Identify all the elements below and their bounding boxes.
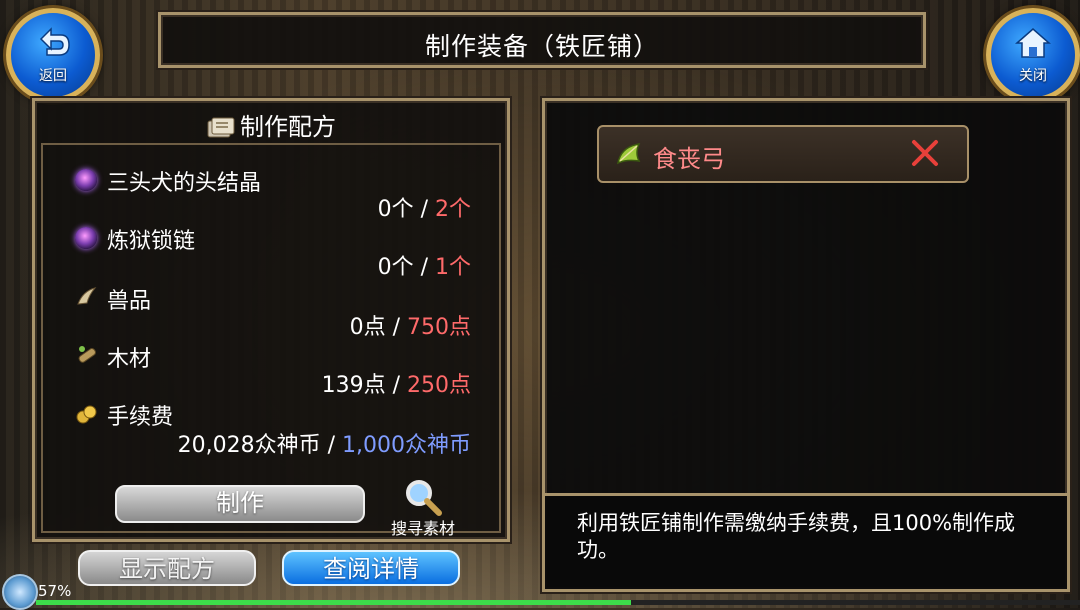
recipe-header: 制作配方 [35,107,507,141]
material-need: 1个 [435,255,471,280]
remove-icon[interactable] [909,137,941,169]
coin-icon [75,403,97,425]
material-have: 0个 [377,255,414,280]
material-have: 20,028众神币 [177,433,321,458]
back-button[interactable]: 返回 [6,8,100,102]
count-separator: / [385,373,407,398]
material-have: 0点 [349,315,386,340]
progress-bar [36,600,1080,605]
magnifier-icon [406,480,442,516]
show-recipe-button[interactable]: 显示配方 [78,550,256,586]
material-have: 0个 [377,197,414,222]
recipe-panel: 制作配方 三头犬的头结晶 0个 / 2个 炼狱锁链 0个 / 1个 兽品 0点 … [30,96,512,544]
recipe-title: 制作配方 [240,113,336,141]
material-need: 750点 [407,315,471,340]
count-separator: / [320,433,343,458]
info-box: 利用铁匠铺制作需缴纳手续费，且100%制作成功。 [545,493,1067,589]
material-name: 兽品 [107,289,152,314]
material-need: 2个 [435,197,471,222]
material-need: 250点 [407,373,471,398]
info-text: 利用铁匠铺制作需缴纳手续费，且100%制作成功。 [577,511,1016,562]
count-separator: / [413,197,435,222]
page-title: 制作装备（铁匠铺） [424,32,659,61]
bow-icon [616,143,641,165]
material-have: 139点 [321,373,386,398]
material-name: 木材 [107,347,152,372]
make-button[interactable]: 制作 [115,485,365,523]
close-label: 关闭 [1019,68,1047,84]
purple-orb-icon [75,169,97,191]
recipe-book-icon [206,115,236,141]
close-button[interactable]: 关闭 [986,8,1080,102]
count-separator: / [413,255,435,280]
material-name: 手续费 [107,405,174,430]
wood-icon [75,343,97,365]
count-separator: / [385,315,407,340]
battery-percent: 57% [38,582,72,600]
home-icon [1015,28,1051,58]
material-count: 0个 / 2个 [378,191,471,223]
search-materials-button[interactable]: 搜寻素材 [381,477,465,538]
material-count: 0点 / 750点 [350,309,471,341]
material-name: 三头犬的头结晶 [107,171,262,196]
back-label: 返回 [39,68,67,84]
material-need: 1,000众神币 [342,433,471,458]
view-details-button[interactable]: 查阅详情 [282,550,460,586]
target-item-slot[interactable]: 食丧弓 [597,125,969,183]
target-panel: 食丧弓 利用铁匠铺制作需缴纳手续费，且100%制作成功。 [540,96,1072,594]
progress-fill [36,600,632,605]
material-name: 炼狱锁链 [107,229,196,254]
material-count: 139点 / 250点 [322,367,471,399]
target-item-name: 食丧弓 [653,145,725,173]
title-bar: 制作装备（铁匠铺） [156,10,928,70]
material-count: 20,028众神币 / 1,000众神币 [178,427,471,459]
search-materials-label: 搜寻素材 [390,519,455,538]
back-arrow-icon [39,27,70,56]
claw-icon [75,285,97,307]
battery-icon [2,574,38,610]
material-count: 0个 / 1个 [378,249,471,281]
purple-orb-icon [75,227,97,249]
